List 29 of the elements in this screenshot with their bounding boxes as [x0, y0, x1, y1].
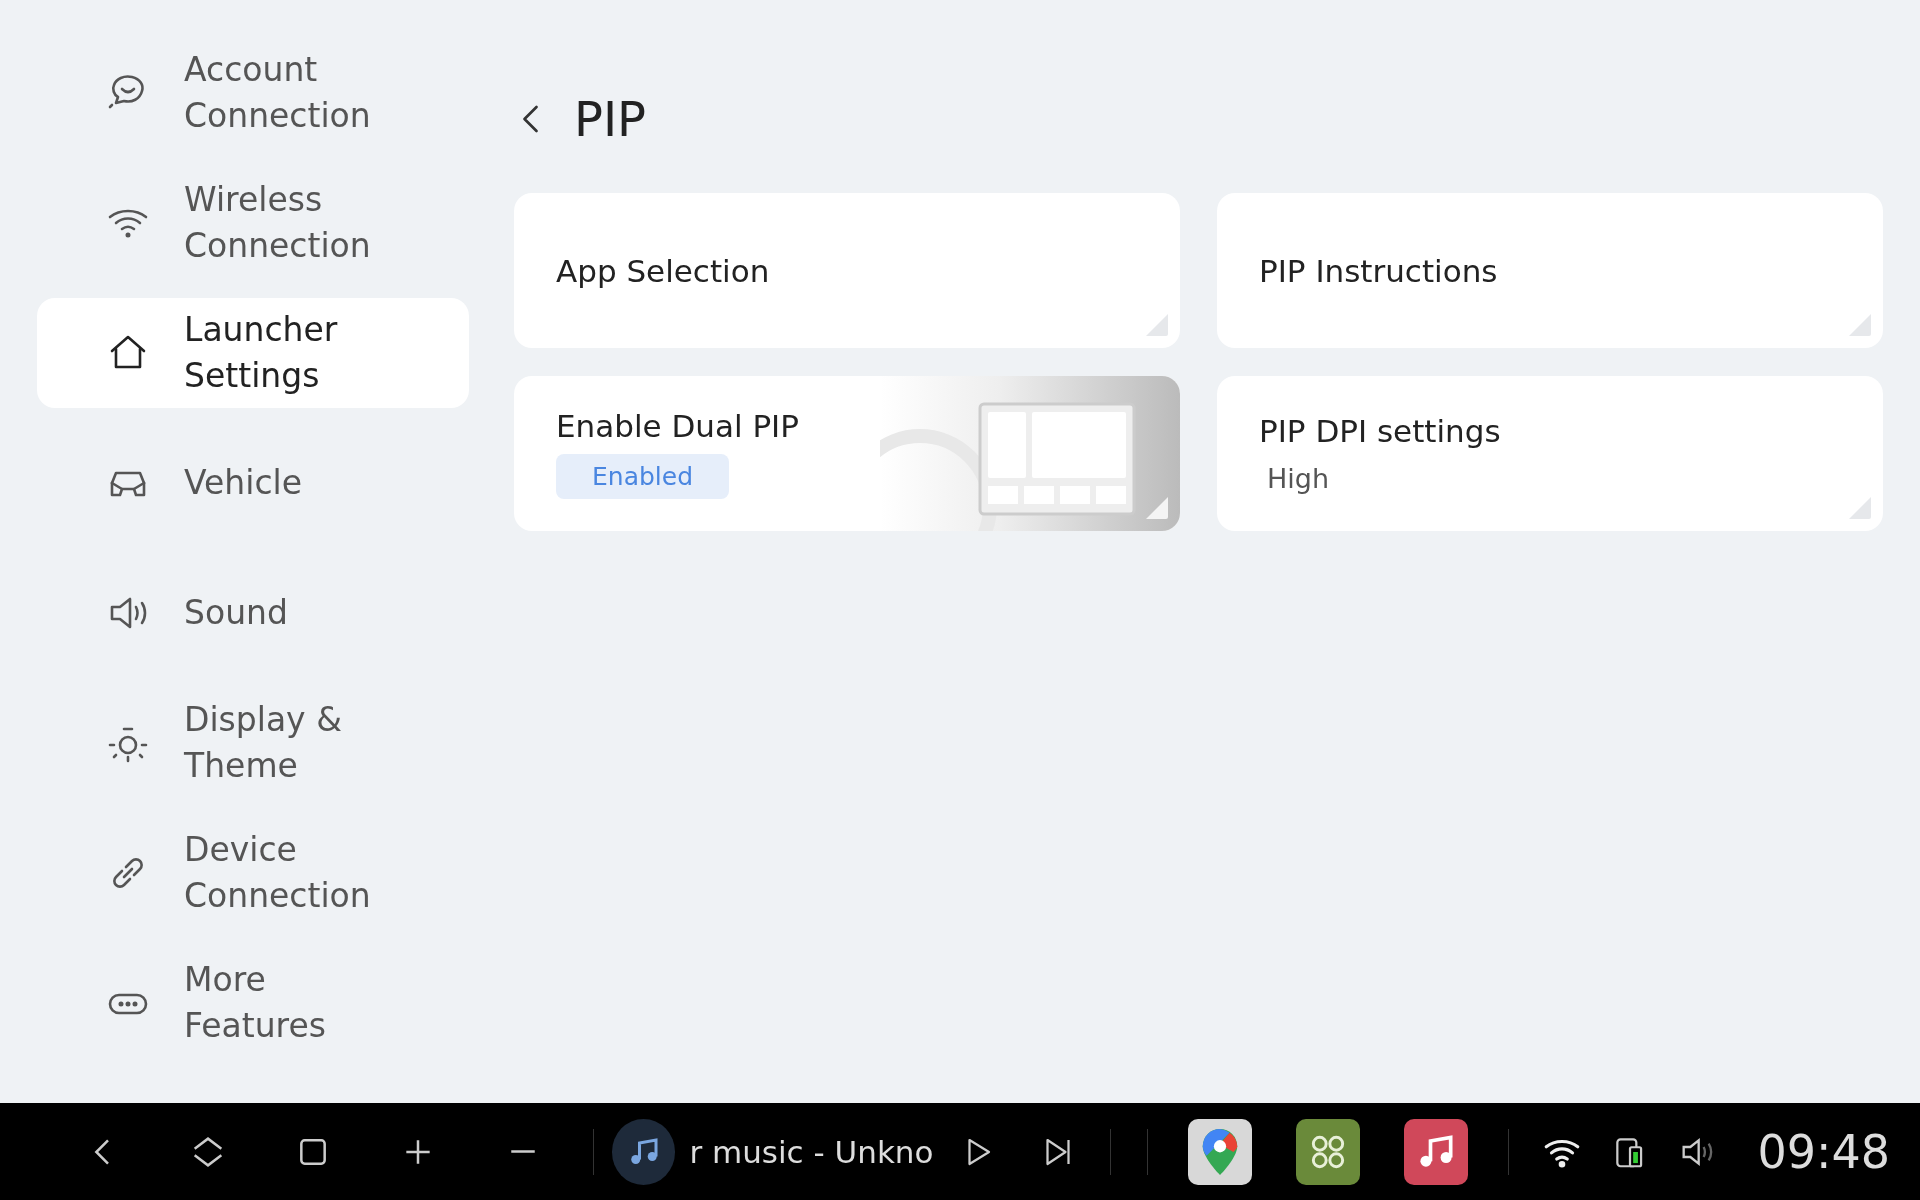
- settings-card[interactable]: PIP DPI settings High: [1217, 376, 1883, 531]
- card-title: PIP Instructions: [1259, 252, 1499, 289]
- minus-icon: [509, 1150, 536, 1153]
- sidebar-item[interactable]: Sound: [37, 548, 469, 678]
- sidebar-item[interactable]: Launcher Settings: [37, 298, 469, 408]
- settings-card[interactable]: Enable Dual PIP Enabled: [514, 376, 1180, 531]
- sidebar-item[interactable]: Wireless Connection: [37, 158, 469, 288]
- corner-triangle-icon: [1847, 495, 1873, 521]
- page-title: PIP: [574, 91, 647, 147]
- media-title: r music - Unkno: [689, 1133, 930, 1170]
- sidebar-item[interactable]: More Features: [37, 938, 469, 1068]
- sidebar-item[interactable]: Account Connection: [37, 28, 469, 158]
- card-title: PIP DPI settings: [1259, 413, 1502, 449]
- sidebar-item[interactable]: Display & Theme: [37, 678, 469, 808]
- music-app-icon[interactable]: [1404, 1118, 1469, 1185]
- corner-triangle-icon: [1144, 495, 1170, 521]
- corner-triangle-icon: [1847, 312, 1873, 338]
- sidebar-item[interactable]: Device Connection: [37, 808, 469, 938]
- app-grid-icon[interactable]: [1296, 1118, 1361, 1185]
- setting-value: High: [1267, 463, 1331, 494]
- card-title: App Selection: [556, 252, 771, 289]
- clock: 09:48: [1757, 1124, 1890, 1179]
- status-badge: Enabled: [556, 454, 730, 499]
- settings-card[interactable]: App Selection: [514, 193, 1180, 348]
- settings-card[interactable]: PIP Instructions: [1217, 193, 1883, 348]
- card-title: Enable Dual PIP: [556, 408, 800, 444]
- maps-app-icon[interactable]: [1187, 1118, 1253, 1185]
- corner-triangle-icon: [1144, 312, 1170, 338]
- sidebar-item[interactable]: Vehicle: [37, 418, 469, 548]
